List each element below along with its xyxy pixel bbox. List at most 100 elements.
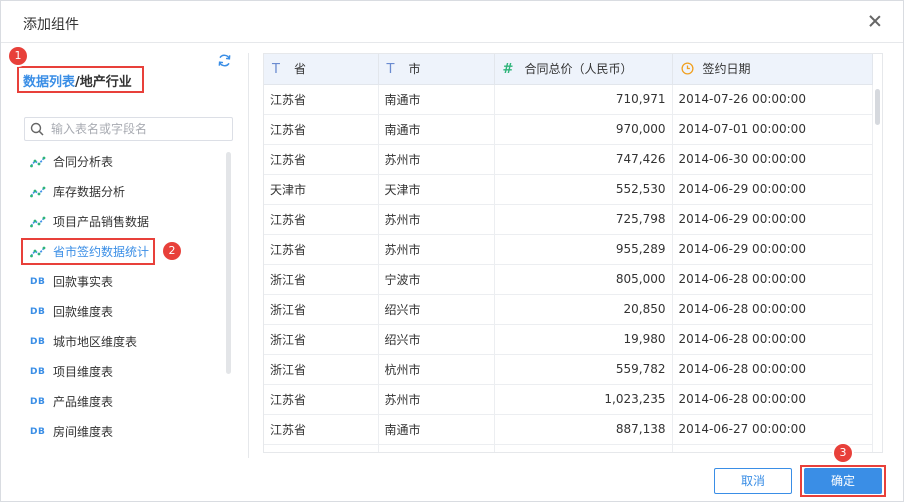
list-item[interactable]: DB 项目维度表 xyxy=(1,357,231,387)
dialog-header: 添加组件 xyxy=(1,1,903,43)
table-cell: 20,850 xyxy=(494,294,673,325)
list-item-label: 项目产品销售数据 xyxy=(53,215,150,229)
column-header-sign-date[interactable]: 签约日期 xyxy=(672,54,873,85)
table-cell: 970,000 xyxy=(494,114,673,145)
table-cell: 2014-06-28 00:00:00 xyxy=(672,264,873,295)
table-cell: 江苏省 xyxy=(264,414,379,445)
table-scrollbar-thumb[interactable] xyxy=(875,89,880,125)
table-cell: 天津市 xyxy=(378,174,495,205)
table-cell: 1,023,235 xyxy=(494,384,673,415)
table-row: 江苏省 南通市 970,000 2014-07-01 00:00:00 xyxy=(264,114,873,145)
close-icon[interactable] xyxy=(867,13,883,29)
list-item-label: 项目维度表 xyxy=(53,365,114,379)
table-list: 合同分析表 库存数据分析 项目产品销售数据 省市签约数据统计 DB 回款事实表 DB 回款维度… xyxy=(1,147,231,447)
column-header-province[interactable]: T省 xyxy=(264,54,379,85)
table-cell: 浙江省 xyxy=(264,354,379,385)
list-item[interactable]: 项目产品销售数据 xyxy=(1,207,231,237)
table-cell: 天津市 xyxy=(264,174,379,205)
table-row: 江苏省 南通市 887,138 2014-06-27 00:00:00 xyxy=(264,414,873,445)
list-item-label: 产品维度表 xyxy=(53,395,114,409)
table-cell: 浙江省 xyxy=(264,324,379,355)
table-cell: 559,782 xyxy=(494,354,673,385)
preview-table-panel: T省 T市 # 合同总价（人民币） 签约日期 江苏省 南通市 710,971 2014-… xyxy=(263,53,883,453)
text-type-icon: T xyxy=(386,62,395,78)
table-cell: 19,980 xyxy=(494,324,673,355)
list-item[interactable]: 合同分析表 xyxy=(1,147,231,177)
table-cell: 苏州市 xyxy=(378,144,495,175)
cancel-button[interactable]: 取消 xyxy=(714,468,792,494)
list-item[interactable]: DB 回款维度表 xyxy=(1,297,231,327)
date-type-icon xyxy=(680,62,703,76)
column-header-city[interactable]: T市 xyxy=(378,54,495,85)
annotation-badge-1: 1 xyxy=(9,47,27,65)
table-cell: 2014-06-29 00:00:00 xyxy=(672,234,873,265)
table-row: 浙江省 绍兴市 20,850 2014-06-28 00:00:00 xyxy=(264,294,873,325)
search-box[interactable] xyxy=(24,117,233,141)
table-cell: 苏州市 xyxy=(378,204,495,235)
list-item[interactable]: DB 回款事实表 xyxy=(1,267,231,297)
table-cell xyxy=(378,444,495,452)
db-icon: DB xyxy=(30,427,46,437)
add-component-dialog: 添加组件 数据列表/地产行业 合同分析表库存数据分析项目产品销售数据省市签约数据… xyxy=(0,0,904,502)
table-cell: 苏州市 xyxy=(378,234,495,265)
table-cell: 杭州市 xyxy=(378,354,495,385)
list-item[interactable]: DB 房间维度表 xyxy=(1,417,231,447)
table-row: 江苏省 苏州市 747,426 2014-06-30 00:00:00 xyxy=(264,144,873,175)
table-cell: 2014-06-28 00:00:00 xyxy=(672,294,873,325)
dialog-title: 添加组件 xyxy=(23,17,79,33)
table-cell: 江苏省 xyxy=(264,144,379,175)
list-item[interactable]: 库存数据分析 xyxy=(1,177,231,207)
chart-line-icon xyxy=(30,207,48,237)
table-cell: 725,798 xyxy=(494,204,673,235)
number-type-icon: # xyxy=(502,62,514,78)
chart-line-icon xyxy=(30,147,48,177)
table-cell: 浙江省 xyxy=(264,294,379,325)
list-item-label: 房间维度表 xyxy=(53,425,114,439)
table-cell: 2014-07-26 00:00:00 xyxy=(672,84,873,115)
annotation-badge-3: 3 xyxy=(834,444,852,462)
search-icon xyxy=(30,122,44,136)
table-row: 浙江省 宁波市 805,000 2014-06-28 00:00:00 xyxy=(264,264,873,295)
table-cell: 绍兴市 xyxy=(378,324,495,355)
table-cell: 江苏省 xyxy=(264,204,379,235)
list-item[interactable]: DB 城市地区维度表 xyxy=(1,327,231,357)
annotation-box-3 xyxy=(800,465,886,497)
table-cell: 2014-06-28 00:00:00 xyxy=(672,324,873,355)
table-row: 浙江省 杭州市 559,782 2014-06-28 00:00:00 xyxy=(264,354,873,385)
table-cell: 江苏省 xyxy=(264,84,379,115)
table-cell: 2014-06-29 00:00:00 xyxy=(672,204,873,235)
list-item-label: 城市地区维度表 xyxy=(53,335,138,349)
panel-divider xyxy=(248,53,249,458)
table-cell: 887,138 xyxy=(494,414,673,445)
db-icon: DB xyxy=(30,397,46,407)
annotation-badge-2: 2 xyxy=(163,242,181,260)
table-cell: 2014-06-28 00:00:00 xyxy=(672,384,873,415)
list-item-label: 库存数据分析 xyxy=(53,185,126,199)
table-row: 江苏省 苏州市 725,798 2014-06-29 00:00:00 xyxy=(264,204,873,235)
db-icon: DB xyxy=(30,367,46,377)
table-cell: 江苏省 xyxy=(264,384,379,415)
table-row: 江苏省 南通市 710,971 2014-07-26 00:00:00 xyxy=(264,84,873,115)
list-item-label: 回款事实表 xyxy=(53,275,114,289)
table-row: 江苏省 苏州市 955,289 2014-06-29 00:00:00 xyxy=(264,234,873,265)
list-item[interactable]: DB 产品维度表 xyxy=(1,387,231,417)
refresh-icon[interactable] xyxy=(217,53,232,68)
preview-table: T省 T市 # 合同总价（人民币） 签约日期 江苏省 南通市 710,971 2014-… xyxy=(264,54,873,452)
chart-line-icon xyxy=(30,177,48,207)
table-cell: 南通市 xyxy=(378,414,495,445)
db-icon: DB xyxy=(30,337,46,347)
table-cell: 苏州市 xyxy=(378,384,495,415)
table-row: 江苏省 xyxy=(264,444,873,452)
table-row: 江苏省 苏州市 1,023,235 2014-06-28 00:00:00 xyxy=(264,384,873,415)
list-scrollbar[interactable] xyxy=(226,152,231,374)
table-cell: 南通市 xyxy=(378,84,495,115)
table-cell: 江苏省 xyxy=(264,234,379,265)
search-input[interactable] xyxy=(51,121,227,137)
table-cell: 南通市 xyxy=(378,114,495,145)
table-scrollbar[interactable] xyxy=(873,85,882,452)
table-cell: 805,000 xyxy=(494,264,673,295)
annotation-box-1 xyxy=(17,66,144,93)
table-cell xyxy=(494,444,673,452)
column-header-contract-total[interactable]: # 合同总价（人民币） xyxy=(494,54,673,85)
db-icon: DB xyxy=(30,307,46,317)
